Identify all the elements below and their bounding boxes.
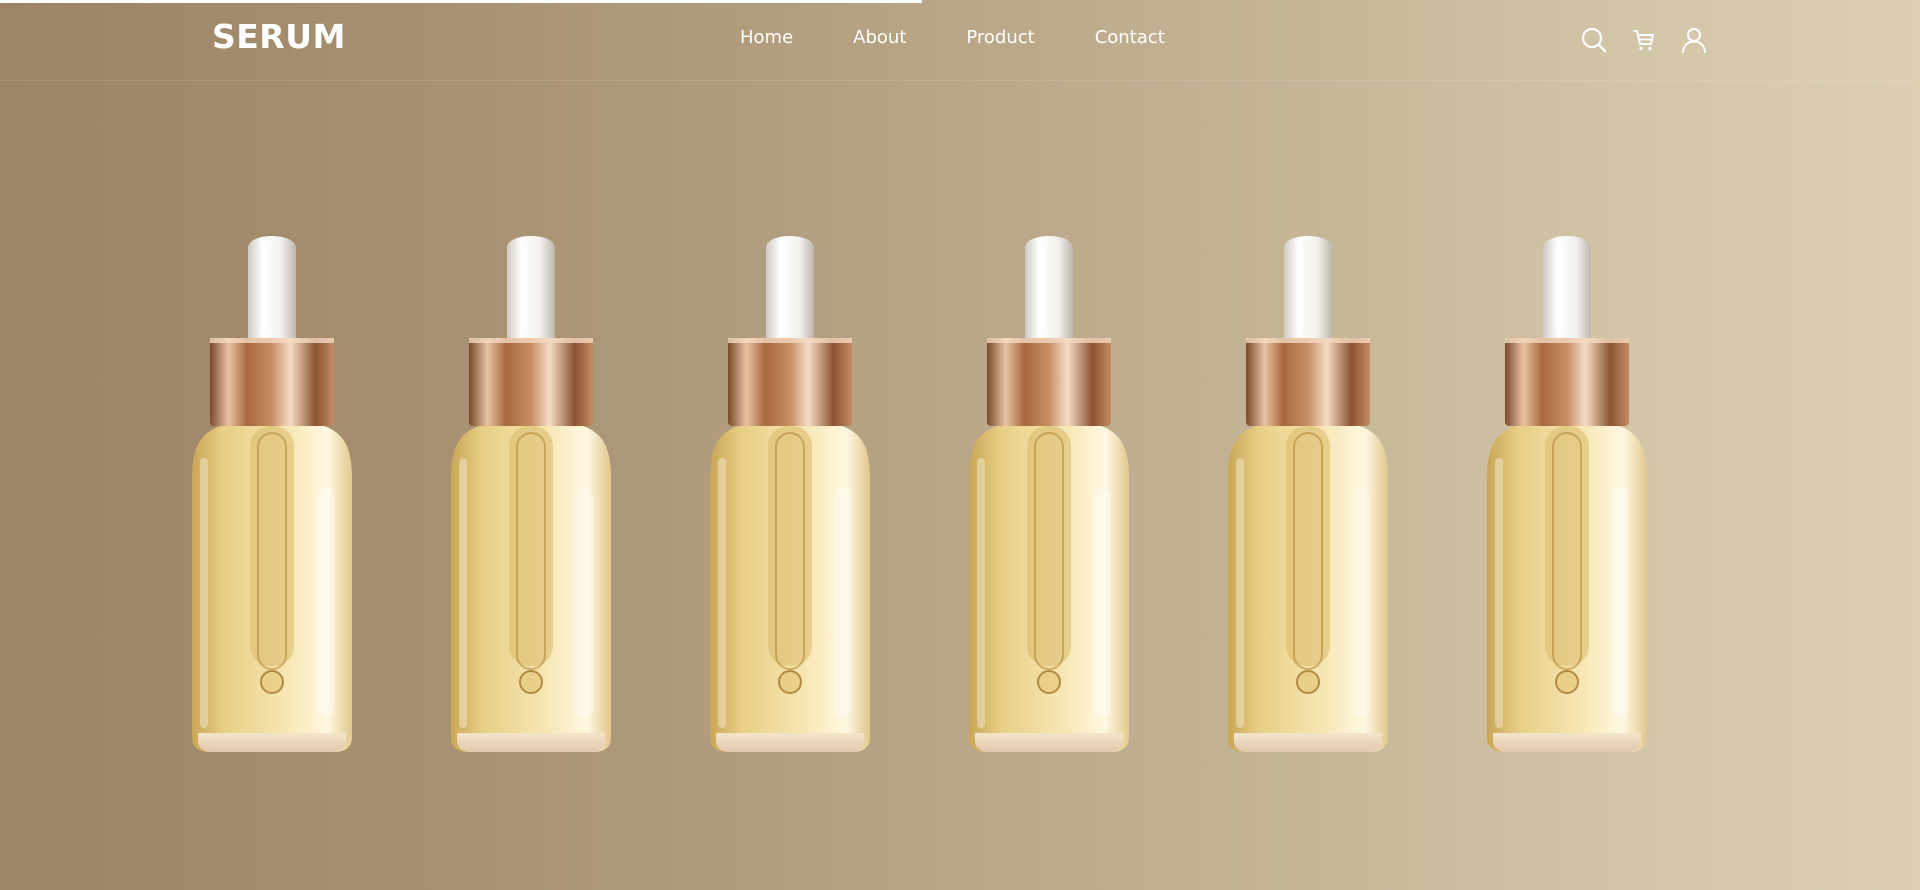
site-header: SERUM Home About Product Contact	[0, 0, 1920, 81]
nav-item-product[interactable]: Product	[966, 27, 1034, 48]
main-nav: Home About Product Contact	[740, 27, 1225, 48]
search-icon[interactable]	[1580, 26, 1608, 54]
serum-bottle-image	[708, 228, 872, 753]
serum-bottle-image	[967, 228, 1131, 753]
serum-bottle-image	[190, 228, 354, 753]
nav-item-home[interactable]: Home	[740, 27, 793, 48]
cart-icon[interactable]	[1630, 26, 1658, 54]
nav-item-about[interactable]: About	[853, 27, 906, 48]
serum-bottle-image	[449, 228, 613, 753]
product-gallery	[190, 228, 1650, 753]
nav-item-contact[interactable]: Contact	[1095, 27, 1165, 48]
brand-logo[interactable]: SERUM	[212, 17, 346, 56]
header-actions	[1580, 26, 1730, 54]
serum-bottle-image	[1485, 228, 1649, 753]
serum-bottle-image	[1226, 228, 1390, 753]
user-icon[interactable]	[1680, 26, 1708, 54]
